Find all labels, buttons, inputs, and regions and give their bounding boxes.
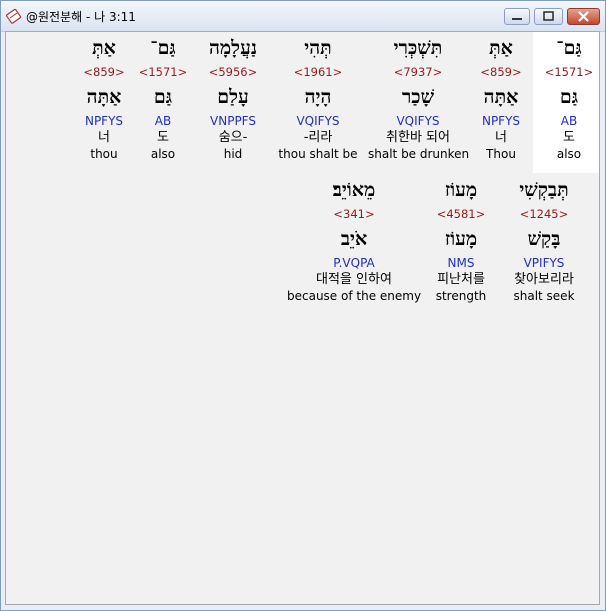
strong-number[interactable]: <4581> — [423, 206, 499, 223]
morphology-code: VPIFYS — [523, 256, 565, 270]
strong-number[interactable]: <341> — [287, 206, 421, 223]
english-gloss: strength — [435, 289, 487, 303]
hebrew-word: תְּהִי — [304, 37, 332, 59]
word-cell-1-3[interactable]: תִּשְׁכְּרִי <7937> שָׁכַר VQIFYS 취한바 되어… — [368, 32, 470, 162]
strong-number[interactable]: <1961> — [276, 64, 360, 81]
hebrew-word: אַתְּ — [489, 37, 513, 59]
hebrew-word: מֵאוֹיֵב׃ — [332, 179, 376, 201]
korean-gloss: 도 — [157, 130, 169, 145]
strong-number[interactable]: <859> — [74, 64, 134, 81]
hebrew-lemma: בָּקַשׁ — [527, 228, 561, 250]
minimize-button[interactable] — [504, 8, 530, 25]
word-cell-1-6[interactable]: גַּם־ <1571> גַּם AB 도 also — [133, 32, 193, 162]
word-cell-1-1[interactable]: גַּם־ <1571> גַּם AB 도 also — [533, 32, 599, 173]
word-cell-2-2[interactable]: מָעוֹז <4581> מָעוֹז NMS 피난처를 strength — [423, 174, 499, 304]
hebrew-word: מָעוֹז — [444, 179, 478, 201]
strong-number[interactable]: <1245> — [506, 206, 582, 223]
english-gloss: because of the enemy — [287, 289, 422, 303]
strong-number[interactable]: <1571> — [533, 64, 599, 81]
korean-gloss: 숨으- — [218, 130, 248, 145]
korean-gloss: 취한바 되어 — [386, 130, 450, 145]
hebrew-word: תִּשְׁכְּרִי — [393, 37, 443, 59]
hebrew-lemma: אֹיֵב — [340, 228, 368, 250]
window-title: @원전분해 - 나 3:11 — [26, 10, 136, 24]
morphology-code: NPFYS — [84, 114, 124, 128]
morphology-code: AB — [560, 114, 578, 128]
hebrew-lemma: הָיָה — [304, 86, 332, 108]
parsing-view: גַּם־ <1571> גַּם AB 도 also אַתְּ <859> … — [5, 31, 600, 605]
hebrew-word: גַּם־ — [150, 37, 176, 59]
word-cell-1-5[interactable]: נַעֲלָמָה <5956> עָלַם VNPPFS 숨으- hid — [196, 32, 270, 162]
english-gloss: hid — [223, 147, 243, 161]
korean-gloss: 도 — [563, 130, 575, 145]
english-gloss: also — [556, 147, 582, 161]
korean-gloss: -리라 — [303, 130, 333, 145]
korean-gloss: 피난처를 — [437, 272, 485, 287]
english-gloss: thou shalt be — [278, 147, 358, 161]
minimize-icon — [512, 18, 522, 20]
hebrew-lemma: אַתָּה — [86, 86, 122, 108]
dictionary-app-icon — [6, 8, 22, 24]
hebrew-word: גַּם־ — [556, 37, 582, 59]
strong-number[interactable]: <859> — [465, 64, 537, 81]
hebrew-lemma: שָׁכַר — [401, 86, 435, 108]
hebrew-lemma: גַּם — [559, 86, 579, 108]
word-cell-2-3[interactable]: מֵאוֹיֵב׃ <341> אֹיֵב P.VQPA 대적을 인하여 bec… — [287, 174, 421, 304]
english-gloss: Thou — [486, 147, 516, 161]
word-cell-2-1[interactable]: תְּבַקְשִׁי <1245> בָּקַשׁ VPIFYS 찾아보리라 … — [506, 174, 582, 304]
close-icon — [578, 11, 589, 22]
english-gloss: thou — [90, 147, 118, 161]
hebrew-word: אַתְּ — [92, 37, 116, 59]
morphology-code: VQIFYS — [296, 114, 340, 128]
hebrew-lemma: מָעוֹז — [444, 228, 478, 250]
morphology-code: NPFYS — [481, 114, 521, 128]
strong-number[interactable]: <1571> — [133, 64, 193, 81]
title-bar[interactable]: @원전분해 - 나 3:11 — [1, 1, 605, 32]
word-cell-1-2[interactable]: אַתְּ <859> אַתָּה NPFYS 너 Thou — [465, 32, 537, 162]
korean-gloss: 너 — [98, 130, 110, 145]
english-gloss: shalt be drunken — [368, 147, 470, 161]
morphology-code: VNPPFS — [210, 114, 256, 128]
maximize-icon — [543, 11, 554, 21]
maximize-button[interactable] — [534, 8, 563, 25]
hebrew-word: נַעֲלָמָה — [208, 37, 257, 59]
hebrew-lemma: גַּם — [153, 86, 173, 108]
morphology-code: VQIFYS — [396, 114, 440, 128]
korean-gloss: 찾아보리라 — [514, 272, 574, 287]
hebrew-lemma: אַתָּה — [483, 86, 519, 108]
hebrew-word: תְּבַקְשִׁי — [519, 179, 569, 201]
morphology-code: P.VQPA — [333, 256, 375, 270]
morphology-code: NMS — [447, 256, 475, 270]
hebrew-lemma: עָלַם — [217, 86, 249, 108]
close-button[interactable] — [567, 8, 600, 25]
english-gloss: shalt seek — [513, 289, 575, 303]
word-cell-1-4[interactable]: תְּהִי <1961> הָיָה VQIFYS -리라 thou shal… — [276, 32, 360, 162]
morphology-code: AB — [154, 114, 172, 128]
strong-number[interactable]: <7937> — [368, 64, 468, 81]
app-window: @원전분해 - 나 3:11 גַּם־ <1571> גַּם AB 도 al… — [0, 0, 606, 611]
english-gloss: also — [150, 147, 176, 161]
strong-number[interactable]: <5956> — [196, 64, 270, 81]
word-cell-1-7[interactable]: אַתְּ <859> אַתָּה NPFYS 너 thou — [74, 32, 134, 162]
korean-gloss: 너 — [495, 130, 507, 145]
korean-gloss: 대적을 인하여 — [316, 272, 392, 287]
